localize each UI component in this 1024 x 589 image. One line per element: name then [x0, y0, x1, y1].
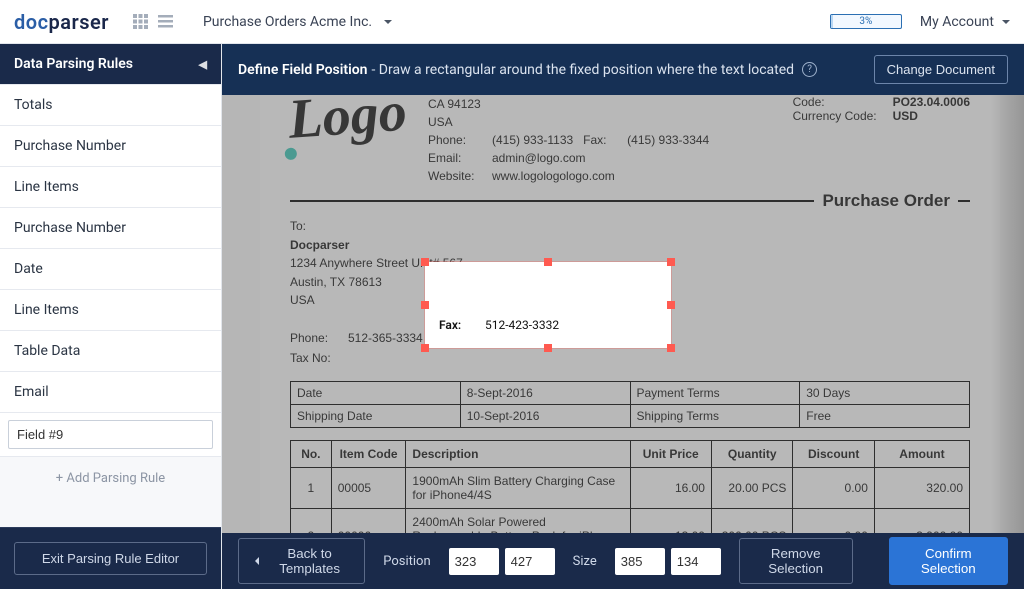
- rule-item[interactable]: Line Items: [0, 289, 221, 330]
- brand-logo[interactable]: docparser: [14, 10, 109, 34]
- doc-info-table: Date8-Sept-2016Payment Terms30 Days Ship…: [290, 381, 970, 428]
- rule-item[interactable]: Purchase Number: [0, 207, 221, 248]
- footer-bar: Back to Templates Position Size Remove S…: [222, 533, 1024, 589]
- chevron-down-icon: [1002, 20, 1010, 28]
- rule-item-editing: [0, 412, 221, 456]
- progress-indicator: 3%: [830, 14, 902, 29]
- back-to-templates-button[interactable]: Back to Templates: [238, 538, 365, 584]
- step-titlebar: Define Field Position - Draw a rectangul…: [222, 44, 1024, 95]
- rule-item[interactable]: Purchase Number: [0, 125, 221, 166]
- resize-handle[interactable]: [667, 301, 675, 309]
- rules-list: Totals Purchase Number Line Items Purcha…: [0, 84, 221, 527]
- sidebar-footer: Exit Parsing Rule Editor: [0, 527, 221, 589]
- chevron-left-icon: [251, 557, 259, 565]
- step-desc: - Draw a rectangular around the fixed po…: [371, 62, 794, 78]
- chevron-down-icon: [384, 20, 392, 28]
- size-label: Size: [573, 554, 597, 569]
- selection-rectangle[interactable]: Fax:512-423-3332: [425, 262, 671, 348]
- resize-handle[interactable]: [421, 301, 429, 309]
- size-h-input[interactable]: [671, 548, 721, 575]
- list-view-icon[interactable]: [158, 15, 173, 28]
- resize-handle[interactable]: [544, 344, 552, 352]
- new-rule-name-input[interactable]: [8, 420, 213, 449]
- account-label: My Account: [920, 14, 994, 30]
- rule-item[interactable]: Email: [0, 371, 221, 412]
- resize-handle[interactable]: [421, 258, 429, 266]
- resize-handle[interactable]: [421, 344, 429, 352]
- resize-handle[interactable]: [667, 258, 675, 266]
- doc-title: Purchase Order: [814, 191, 958, 211]
- view-switch: [133, 14, 173, 29]
- doc-sender-block: CA 94123 USA Phone:(415) 933-1133Fax:(41…: [428, 95, 709, 185]
- exit-editor-button[interactable]: Exit Parsing Rule Editor: [14, 542, 207, 575]
- topbar: docparser Purchase Orders Acme Inc. 3% M…: [0, 0, 1024, 44]
- doc-logo: Logo: [287, 95, 403, 189]
- doc-items-table: No. Item Code Description Unit Price Qua…: [290, 440, 970, 533]
- position-label: Position: [383, 554, 430, 569]
- grid-view-icon[interactable]: [133, 14, 148, 29]
- rule-item[interactable]: Date: [0, 248, 221, 289]
- rule-item[interactable]: Totals: [0, 84, 221, 125]
- position-y-input[interactable]: [505, 548, 555, 575]
- confirm-selection-button[interactable]: Confirm Selection: [889, 537, 1008, 585]
- sidebar-title: Data Parsing Rules: [14, 56, 133, 72]
- remove-selection-button[interactable]: Remove Selection: [739, 538, 853, 584]
- help-icon[interactable]: ?: [802, 62, 817, 77]
- rule-item[interactable]: Table Data: [0, 330, 221, 371]
- doc-codes-block: Code:PO23.04.0006 Currency Code:USD: [793, 95, 970, 185]
- table-row: 2000062400mAh Solar Powered Rechargeable…: [291, 508, 970, 533]
- main: Define Field Position - Draw a rectangul…: [222, 44, 1024, 589]
- brand-part-a: doc: [14, 10, 49, 34]
- sidebar: Data Parsing Rules ◀ Totals Purchase Num…: [0, 44, 222, 589]
- account-menu[interactable]: My Account: [920, 14, 1010, 30]
- resize-handle[interactable]: [544, 258, 552, 266]
- sidebar-header: Data Parsing Rules ◀: [0, 44, 221, 84]
- selection-captured-text: Fax:512-423-3332: [439, 318, 559, 332]
- document-canvas[interactable]: Logo CA 94123 USA Phone:(415) 933-1133Fa…: [222, 95, 1024, 533]
- collapse-icon[interactable]: ◀: [199, 58, 207, 71]
- rule-item[interactable]: Line Items: [0, 166, 221, 207]
- progress-pct: 3%: [859, 16, 872, 27]
- brand-part-b: parser: [49, 10, 109, 34]
- add-rule-link[interactable]: + Add Parsing Rule: [0, 456, 221, 500]
- resize-handle[interactable]: [667, 344, 675, 352]
- parser-breadcrumb[interactable]: Purchase Orders Acme Inc.: [203, 14, 392, 30]
- size-w-input[interactable]: [615, 548, 665, 575]
- table-row: 1000051900mAh Slim Battery Charging Case…: [291, 467, 970, 508]
- step-title: Define Field Position: [238, 62, 367, 78]
- parser-name: Purchase Orders Acme Inc.: [203, 14, 372, 30]
- position-x-input[interactable]: [449, 548, 499, 575]
- change-document-button[interactable]: Change Document: [874, 55, 1008, 84]
